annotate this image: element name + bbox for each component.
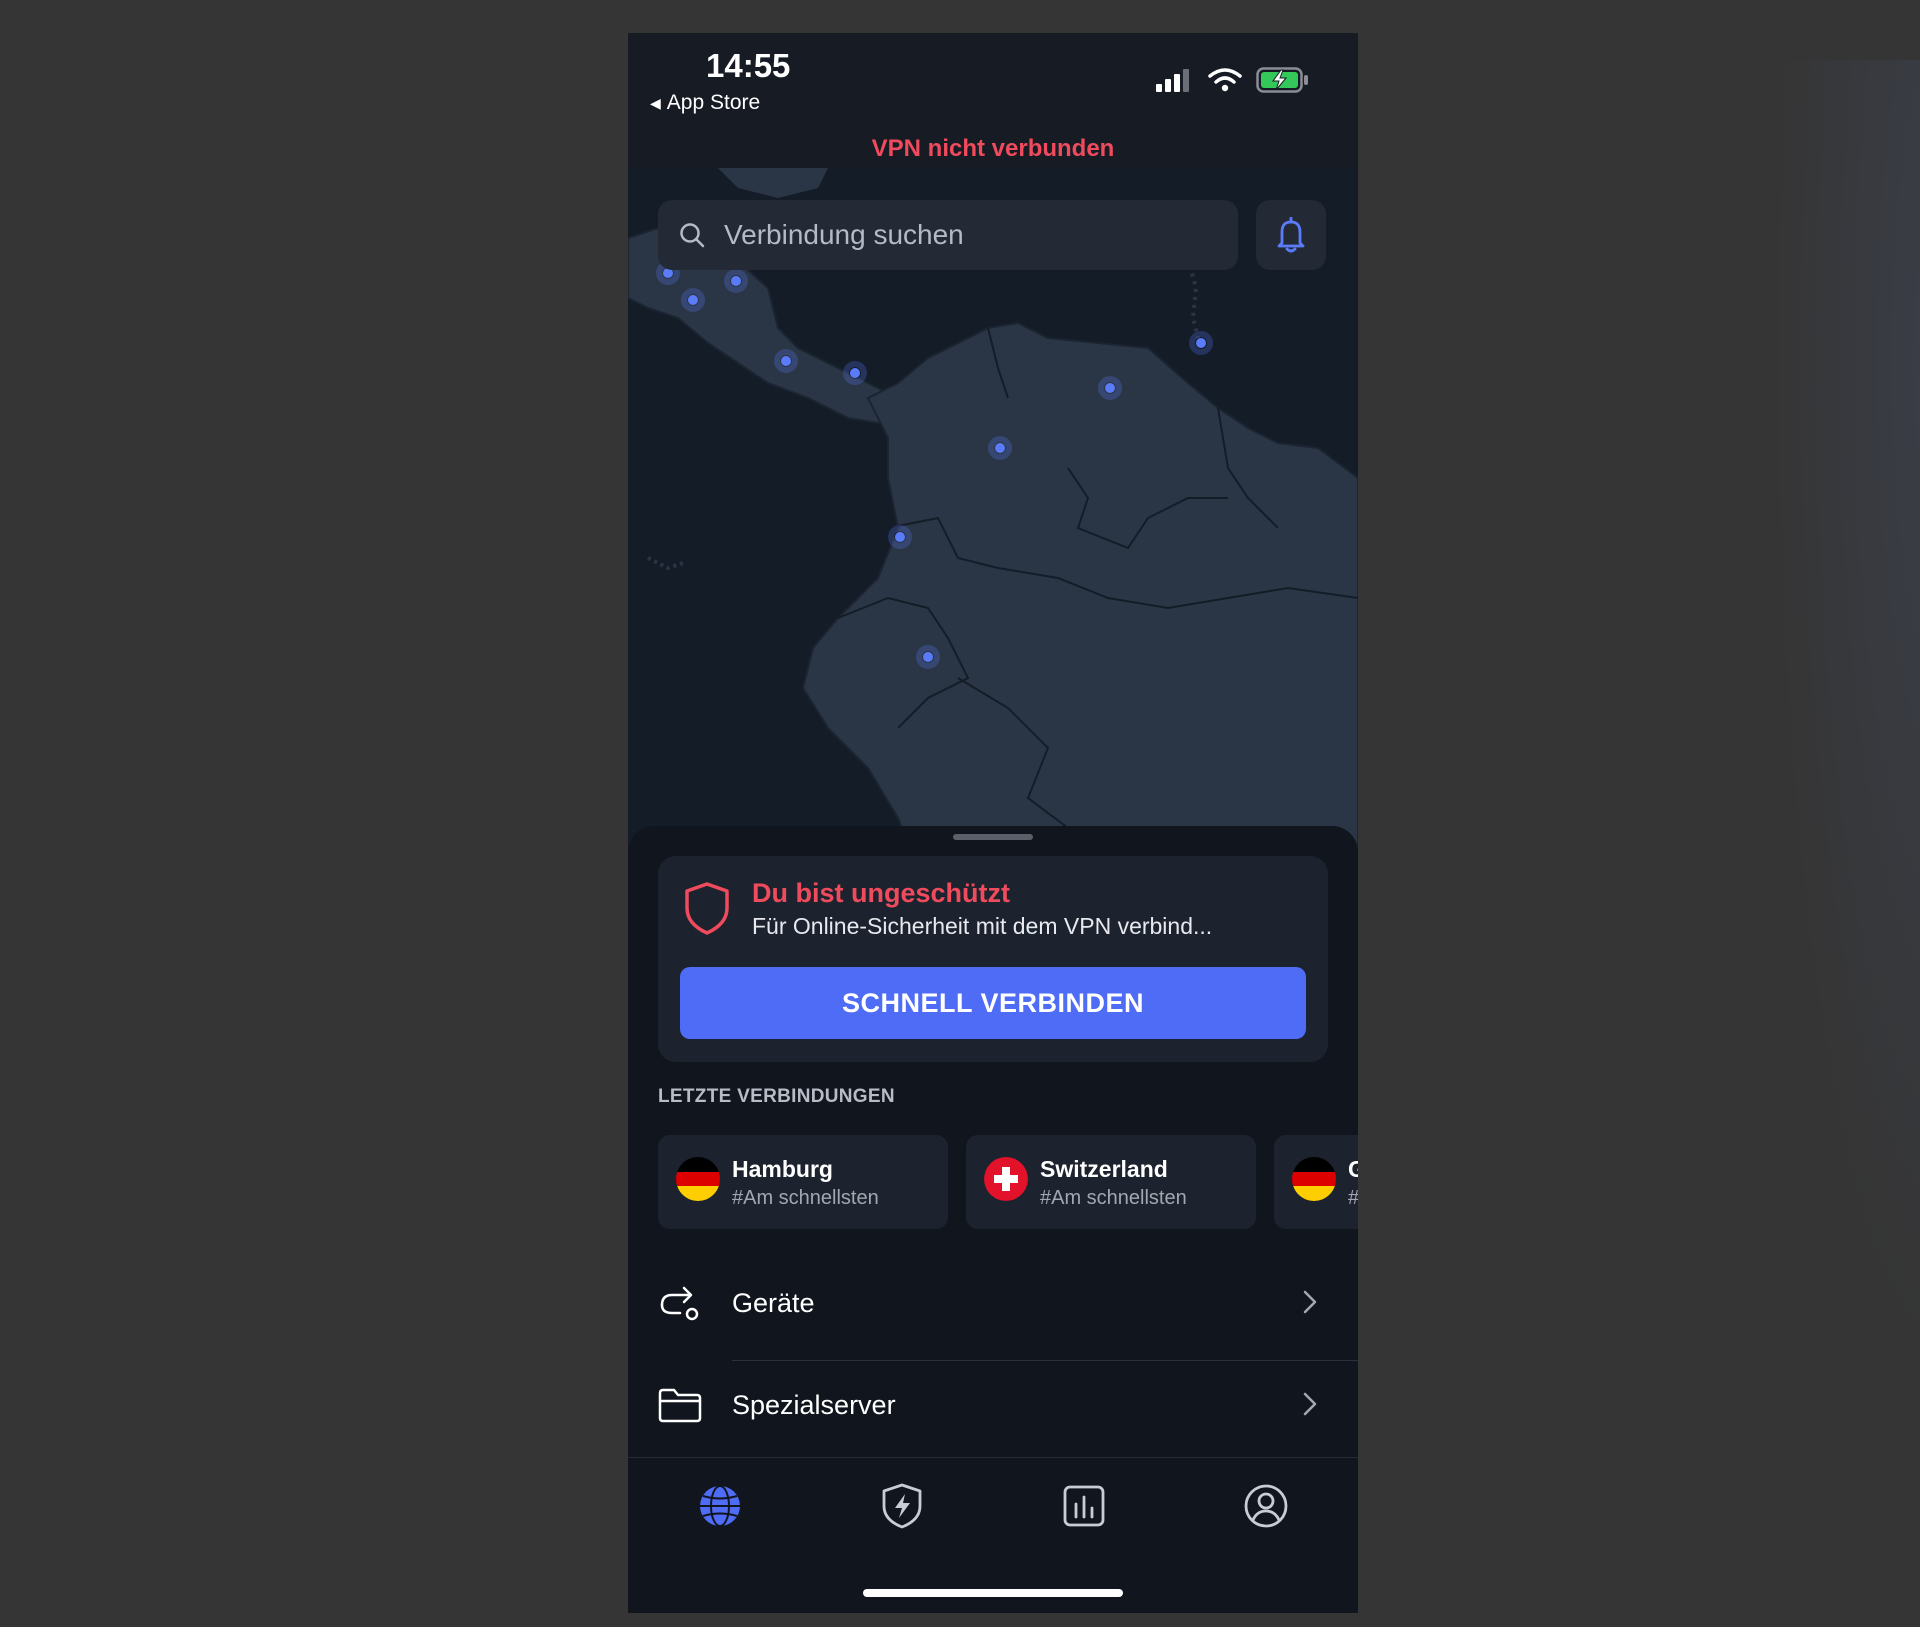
menu-item-label: Geräte bbox=[732, 1287, 815, 1318]
switzerland-flag-icon bbox=[984, 1157, 1028, 1201]
back-arrow-icon: ◀ bbox=[650, 94, 661, 111]
battery-icon bbox=[1256, 67, 1308, 93]
tab-map[interactable] bbox=[690, 1476, 750, 1536]
stats-icon bbox=[1063, 1485, 1105, 1527]
sheet-drag-handle[interactable] bbox=[953, 834, 1033, 840]
recent-connections-heading: LETZTE VERBINDUNGEN bbox=[658, 1086, 895, 1107]
back-to-app-store-link[interactable]: ◀ App Store bbox=[650, 91, 760, 115]
germany-flag-icon bbox=[1292, 1157, 1336, 1201]
protection-status-card: Du bist ungeschützt Für Online-Sicherhei… bbox=[658, 856, 1328, 1062]
notifications-button[interactable] bbox=[1256, 200, 1326, 270]
protection-subtitle: Für Online-Sicherheit mit dem VPN verbin… bbox=[752, 913, 1213, 939]
recent-connection-subtitle: # bbox=[1348, 1187, 1358, 1210]
chevron-right-icon bbox=[1303, 1392, 1317, 1416]
recent-connection-subtitle: #Am schnellsten bbox=[1040, 1187, 1187, 1209]
devices-icon bbox=[660, 1286, 699, 1321]
tab-stats[interactable] bbox=[1054, 1476, 1114, 1536]
shield-icon bbox=[685, 882, 729, 935]
status-icons bbox=[1156, 67, 1310, 93]
menu-item-devices[interactable]: Geräte bbox=[658, 1253, 1358, 1353]
vpn-status-text: VPN nicht verbunden bbox=[871, 135, 1115, 162]
menu-item-special-servers[interactable]: Spezialserver bbox=[658, 1355, 1358, 1455]
recent-connection-title: Hamburg bbox=[732, 1156, 833, 1182]
background-glow bbox=[1740, 60, 1920, 1560]
recent-connection-title: Switzerland bbox=[1040, 1156, 1168, 1182]
back-label: App Store bbox=[666, 91, 761, 114]
server-map[interactable] bbox=[628, 168, 1358, 868]
shield-bolt-icon bbox=[882, 1483, 922, 1529]
search-icon bbox=[680, 223, 705, 248]
tab-threat-protection[interactable] bbox=[872, 1476, 932, 1536]
wifi-icon bbox=[1208, 68, 1242, 92]
search-placeholder: Verbindung suchen bbox=[724, 219, 964, 250]
bell-icon bbox=[1277, 217, 1305, 253]
tab-bar bbox=[628, 1457, 1358, 1557]
recent-connection-title: G bbox=[1348, 1156, 1358, 1182]
recent-connection-subtitle: #Am schnellsten bbox=[732, 1187, 879, 1209]
profile-icon bbox=[1244, 1484, 1288, 1528]
recent-connection-germany[interactable]: G # bbox=[1274, 1135, 1358, 1229]
home-indicator[interactable] bbox=[863, 1589, 1123, 1597]
search-input[interactable]: Verbindung suchen bbox=[658, 200, 1238, 270]
recent-connection-hamburg[interactable]: Hamburg #Am schnellsten bbox=[658, 1135, 948, 1229]
tab-profile[interactable] bbox=[1236, 1476, 1296, 1536]
menu-item-label: Spezialserver bbox=[732, 1389, 896, 1420]
recent-connection-switzerland[interactable]: Switzerland #Am schnellsten bbox=[966, 1135, 1256, 1229]
quick-connect-button[interactable]: SCHNELL VERBINDEN bbox=[680, 967, 1306, 1039]
signal-icon bbox=[1156, 69, 1189, 92]
protection-title: Du bist ungeschützt bbox=[752, 878, 1010, 908]
globe-icon bbox=[700, 1485, 740, 1527]
germany-flag-icon bbox=[676, 1157, 720, 1201]
chevron-right-icon bbox=[1303, 1290, 1317, 1314]
recent-connections-list: Hamburg #Am schnellsten Switzerland #Am … bbox=[658, 1135, 1358, 1229]
status-time: 14:55 bbox=[706, 47, 791, 84]
folder-icon bbox=[658, 1388, 702, 1423]
phone-screen: 14:55 ◀ App Store VPN nicht verbunden Ve… bbox=[628, 33, 1358, 1613]
